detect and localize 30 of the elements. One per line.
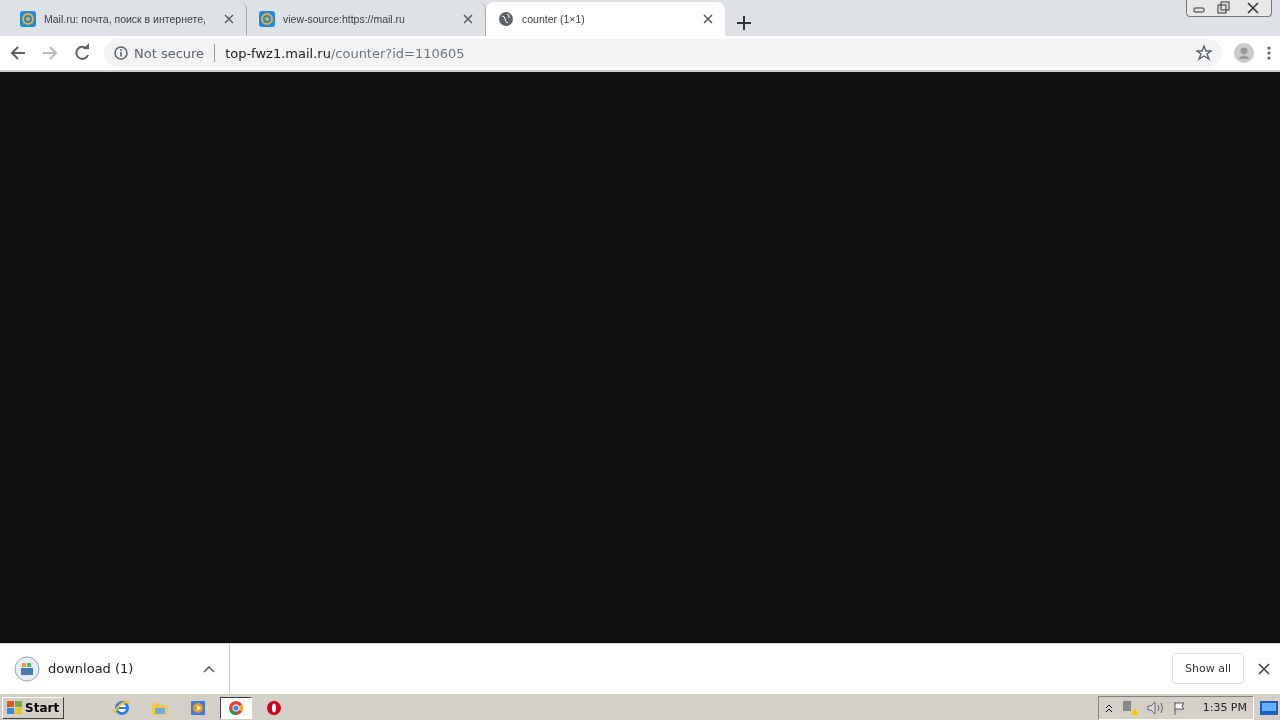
close-icon[interactable] bbox=[461, 14, 475, 24]
chevron-up-icon[interactable] bbox=[1104, 702, 1113, 713]
taskbar-button[interactable] bbox=[220, 696, 253, 719]
chevron-up-icon[interactable] bbox=[203, 664, 215, 673]
installer-icon bbox=[14, 655, 40, 682]
show-all-button[interactable]: Show all bbox=[1171, 653, 1244, 684]
reload-icon[interactable] bbox=[72, 43, 92, 63]
menu-icon[interactable] bbox=[1266, 45, 1272, 61]
desktop-icon[interactable] bbox=[1260, 700, 1278, 715]
url-text: top-fwz1.mail.ru/counter?id=110605 bbox=[225, 45, 465, 61]
browser-e-icon bbox=[113, 698, 132, 717]
flag-icon[interactable] bbox=[1172, 700, 1187, 715]
speaker-icon[interactable] bbox=[1146, 700, 1165, 715]
security-label: Not secure bbox=[134, 45, 205, 61]
address-bar[interactable]: Not secure top-fwz1.mail.ru/counter?id=110605 bbox=[104, 39, 1222, 67]
close-icon[interactable] bbox=[1258, 662, 1270, 675]
star-icon[interactable] bbox=[1196, 45, 1212, 61]
globe-icon bbox=[498, 11, 514, 27]
tiles-icon bbox=[7, 700, 23, 715]
chrome-icon bbox=[228, 699, 245, 716]
play-icon bbox=[190, 699, 207, 716]
start-button[interactable]: Start bbox=[2, 696, 65, 719]
close-icon[interactable] bbox=[222, 14, 236, 24]
plus-icon[interactable] bbox=[737, 16, 751, 30]
opera-icon bbox=[266, 699, 283, 716]
close-icon[interactable] bbox=[701, 14, 715, 24]
browser-tab[interactable]: counter (1×1) bbox=[486, 2, 725, 36]
avatar-icon[interactable] bbox=[1234, 43, 1254, 63]
clock[interactable]: 1:35 PM bbox=[1202, 701, 1247, 714]
info-icon[interactable] bbox=[114, 46, 128, 60]
